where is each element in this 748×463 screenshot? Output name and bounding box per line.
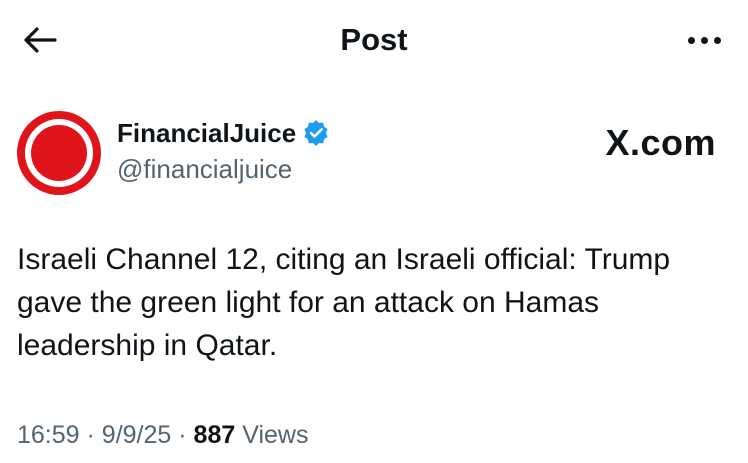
more-options-button[interactable] — [680, 26, 728, 54]
site-watermark: X.com — [605, 122, 716, 163]
post-date[interactable]: 9/9/25 — [102, 421, 172, 449]
author-handle[interactable]: @financialjuice — [117, 152, 329, 186]
verified-badge-icon — [303, 120, 329, 146]
post-meta: 16:59 · 9/9/25 · 887 Views — [17, 418, 308, 452]
post-text: Israeli Channel 12, citing an Israeli of… — [17, 243, 671, 362]
post-time[interactable]: 16:59 — [17, 421, 80, 449]
views-label: Views — [242, 421, 309, 449]
more-horizontal-icon — [685, 36, 724, 44]
financialjuice-logo — [17, 111, 101, 195]
page-title: Post — [340, 22, 408, 57]
meta-separator: · — [86, 421, 95, 449]
top-bar: Post — [0, 0, 748, 80]
author-name[interactable]: FinancialJuice — [117, 116, 296, 150]
author-name-row: FinancialJuice — [117, 116, 329, 150]
author-info: FinancialJuice @financialjuice — [117, 116, 329, 186]
avatar[interactable] — [16, 110, 102, 196]
meta-separator: · — [178, 421, 187, 449]
views-count[interactable]: 887 — [194, 421, 236, 449]
